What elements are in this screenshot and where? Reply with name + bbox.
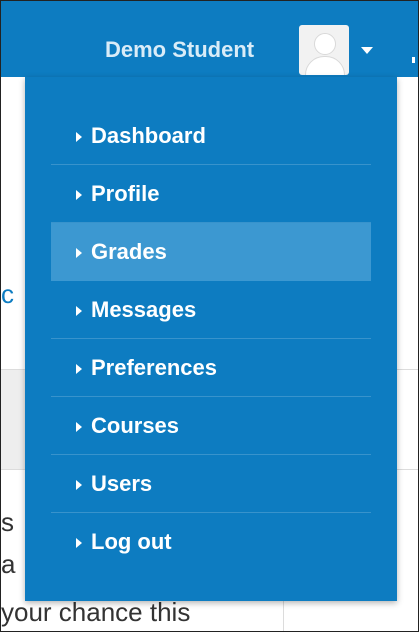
navbar-edge-mark xyxy=(412,57,415,63)
menu-item-label: Profile xyxy=(91,181,160,206)
caret-right-icon xyxy=(76,538,82,548)
avatar-head xyxy=(314,33,336,55)
menu-item-log-out[interactable]: Log out xyxy=(51,513,371,571)
menu-item-label: Courses xyxy=(91,413,180,438)
background-panel xyxy=(1,369,25,469)
caret-right-icon xyxy=(76,480,82,490)
menu-item-label: Grades xyxy=(91,239,167,264)
avatar-body xyxy=(305,56,345,75)
background-text-fragment: s xyxy=(1,507,14,537)
caret-right-icon xyxy=(76,422,82,432)
menu-item-dashboard[interactable]: Dashboard xyxy=(51,107,371,165)
menu-item-label: Log out xyxy=(91,529,172,554)
user-avatar-icon[interactable] xyxy=(299,25,349,75)
menu-item-label: Dashboard xyxy=(91,123,206,148)
background-text-fragment: a xyxy=(1,549,16,579)
user-dropdown-menu: Dashboard Profile Grades Messages Prefer… xyxy=(25,77,397,601)
screenshot-frame: Demo Student c s a your chance this Dash… xyxy=(0,0,419,632)
user-menu-list: Dashboard Profile Grades Messages Prefer… xyxy=(51,107,371,571)
caret-down-icon[interactable] xyxy=(361,47,373,54)
menu-item-courses[interactable]: Courses xyxy=(51,397,371,455)
menu-item-label: Messages xyxy=(91,297,197,322)
user-menu-name[interactable]: Demo Student xyxy=(105,37,254,63)
top-navbar: Demo Student xyxy=(1,1,418,77)
caret-right-icon xyxy=(76,248,82,258)
background-text-fragment: c xyxy=(1,279,14,309)
menu-item-grades[interactable]: Grades xyxy=(51,223,371,281)
menu-item-users[interactable]: Users xyxy=(51,455,371,513)
caret-right-icon xyxy=(76,306,82,316)
menu-item-messages[interactable]: Messages xyxy=(51,281,371,339)
caret-right-icon xyxy=(76,190,82,200)
menu-item-label: Preferences xyxy=(91,355,217,380)
menu-item-preferences[interactable]: Preferences xyxy=(51,339,371,397)
caret-right-icon xyxy=(76,132,82,142)
background-bottom-text: your chance this xyxy=(1,597,191,627)
menu-item-label: Users xyxy=(91,471,153,496)
background-vertical-divider xyxy=(283,601,284,631)
caret-right-icon xyxy=(76,364,82,374)
menu-item-profile[interactable]: Profile xyxy=(51,165,371,223)
